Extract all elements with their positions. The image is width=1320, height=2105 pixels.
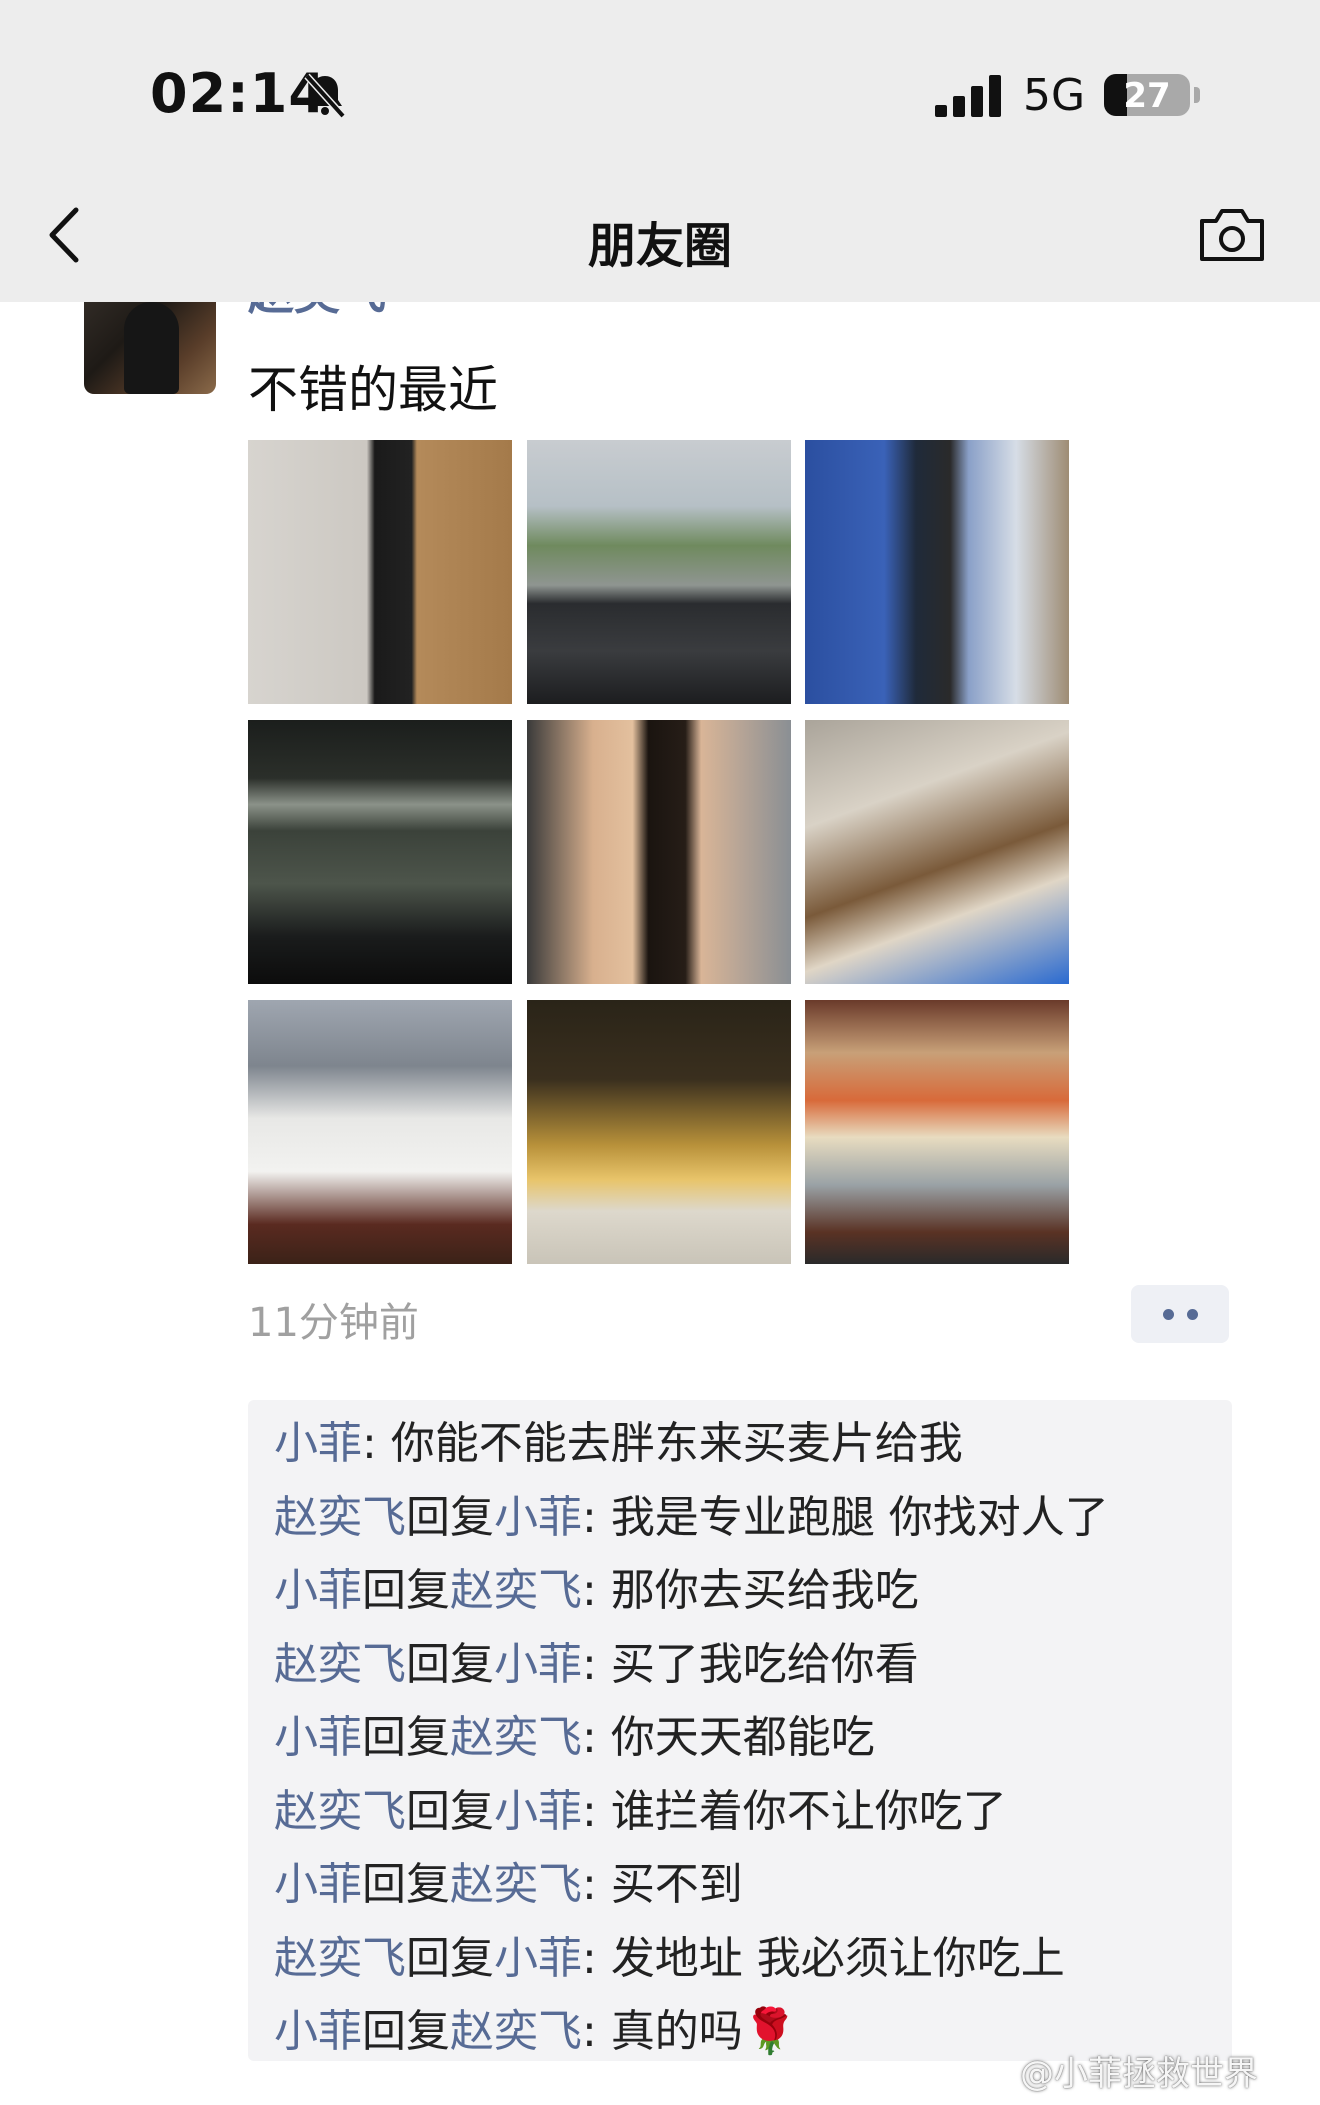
comment-separator: : xyxy=(582,1565,611,1616)
commenter-name[interactable]: 小菲 xyxy=(274,2006,362,2057)
more-dot-icon xyxy=(1163,1309,1174,1320)
comment-text: 你天天都能吃 xyxy=(610,1712,875,1763)
reply-to-name[interactable]: 赵奕飞 xyxy=(450,1859,582,1910)
comment-separator: : xyxy=(582,1712,611,1763)
comment-text: 买不到 xyxy=(610,1859,743,1910)
comment-separator: : xyxy=(582,1638,611,1690)
battery-tip xyxy=(1194,87,1200,103)
comment-item: 赵奕飞回复小菲: 买了我吃给你看 xyxy=(274,1635,919,1695)
comment-item: 小菲回复赵奕飞: 那你去买给我吃 xyxy=(274,1561,919,1621)
silent-bell-icon xyxy=(304,73,346,118)
comment-separator: : xyxy=(582,1785,611,1837)
photo-2[interactable] xyxy=(527,440,791,704)
commenter-name[interactable]: 赵奕飞 xyxy=(274,1786,406,1837)
camera-icon[interactable] xyxy=(1198,205,1266,263)
signal-icon xyxy=(935,75,1001,117)
comment-text: 那你去买给我吃 xyxy=(610,1565,919,1616)
photo-1[interactable] xyxy=(248,440,512,704)
avatar-figure xyxy=(124,302,179,394)
comment-separator: : xyxy=(582,1491,611,1543)
reply-word: 回复 xyxy=(406,1785,494,1837)
photo-3[interactable] xyxy=(805,440,1069,704)
reply-word: 回复 xyxy=(362,2006,450,2057)
reply-word: 回复 xyxy=(362,1859,450,1910)
commenter-name[interactable]: 小菲 xyxy=(274,1859,362,1910)
photo-5[interactable] xyxy=(527,720,791,984)
comment-item: 赵奕飞回复小菲: 谁拦着你不让你吃了 xyxy=(274,1782,1007,1842)
photo-4[interactable] xyxy=(248,720,512,984)
photo-8[interactable] xyxy=(527,1000,791,1264)
reply-to-name[interactable]: 赵奕飞 xyxy=(450,1565,582,1616)
reply-word: 回复 xyxy=(406,1932,494,1984)
reply-word: 回复 xyxy=(362,1565,450,1616)
battery-icon: 27 xyxy=(1104,74,1190,116)
page-title: 朋友圈 xyxy=(587,218,732,274)
reply-to-name[interactable]: 小菲 xyxy=(494,1492,582,1543)
commenter-name[interactable]: 小菲 xyxy=(274,1712,362,1763)
comment-separator: : xyxy=(582,1932,611,1984)
comment-separator: : xyxy=(362,1418,391,1469)
commenter-name[interactable]: 小菲 xyxy=(274,1418,362,1469)
commenter-name[interactable]: 小菲 xyxy=(274,1565,362,1616)
comment-list: 小菲: 你能不能去胖东来买麦片给我 赵奕飞回复小菲: 我是专业跑腿 你找对人了 … xyxy=(248,1400,1232,2061)
photo-9[interactable] xyxy=(805,1000,1069,1264)
post-text: 不错的最近 xyxy=(248,361,498,419)
comment-text: 买了我吃给你看 xyxy=(610,1638,919,1690)
network-type: 5G xyxy=(1023,70,1086,121)
battery-level: 27 xyxy=(1123,76,1171,116)
photo-grid xyxy=(248,440,1070,1264)
more-actions-button[interactable] xyxy=(1131,1285,1229,1343)
status-time: 02:14 xyxy=(150,62,327,125)
comment-item: 小菲回复赵奕飞: 真的吗🌹 xyxy=(274,2002,798,2062)
photo-7[interactable] xyxy=(248,1000,512,1264)
comment-item: 小菲回复赵奕飞: 你天天都能吃 xyxy=(274,1708,875,1768)
commenter-name[interactable]: 赵奕飞 xyxy=(274,1492,406,1543)
comment-item: 小菲回复赵奕飞: 买不到 xyxy=(274,1855,743,1915)
watermark: @小菲拯救世界 xyxy=(1020,2054,1258,2094)
reply-to-name[interactable]: 小菲 xyxy=(494,1639,582,1690)
reply-word: 回复 xyxy=(406,1638,494,1690)
comment-item: 赵奕飞回复小菲: 我是专业跑腿 你找对人了 xyxy=(274,1488,1109,1548)
reply-to-name[interactable]: 小菲 xyxy=(494,1933,582,1984)
comment-separator: : xyxy=(582,2006,611,2057)
comment-item: 赵奕飞回复小菲: 发地址 我必须让你吃上 xyxy=(274,1929,1065,1989)
comment-text: 你能不能去胖东来买麦片给我 xyxy=(390,1418,963,1469)
photo-6[interactable] xyxy=(805,720,1069,984)
reply-to-name[interactable]: 小菲 xyxy=(494,1786,582,1837)
reply-to-name[interactable]: 赵奕飞 xyxy=(450,1712,582,1763)
comment-text: 我是专业跑腿 你找对人了 xyxy=(610,1491,1109,1543)
reply-word: 回复 xyxy=(406,1491,494,1543)
comment-text: 发地址 我必须让你吃上 xyxy=(610,1932,1065,1984)
commenter-name[interactable]: 赵奕飞 xyxy=(274,1639,406,1690)
top-bar: 02:14 5G 27 朋友圈 xyxy=(0,0,1320,302)
comment-item: 小菲: 你能不能去胖东来买麦片给我 xyxy=(274,1414,963,1474)
comment-text: 真的吗🌹 xyxy=(610,2006,798,2057)
reply-word: 回复 xyxy=(362,1712,450,1763)
more-dot-icon xyxy=(1187,1309,1198,1320)
comment-separator: : xyxy=(582,1859,611,1910)
comment-text: 谁拦着你不让你吃了 xyxy=(610,1785,1007,1837)
post-timestamp: 11分钟前 xyxy=(248,1300,419,1346)
commenter-name[interactable]: 赵奕飞 xyxy=(274,1933,406,1984)
reply-to-name[interactable]: 赵奕飞 xyxy=(450,2006,582,2057)
